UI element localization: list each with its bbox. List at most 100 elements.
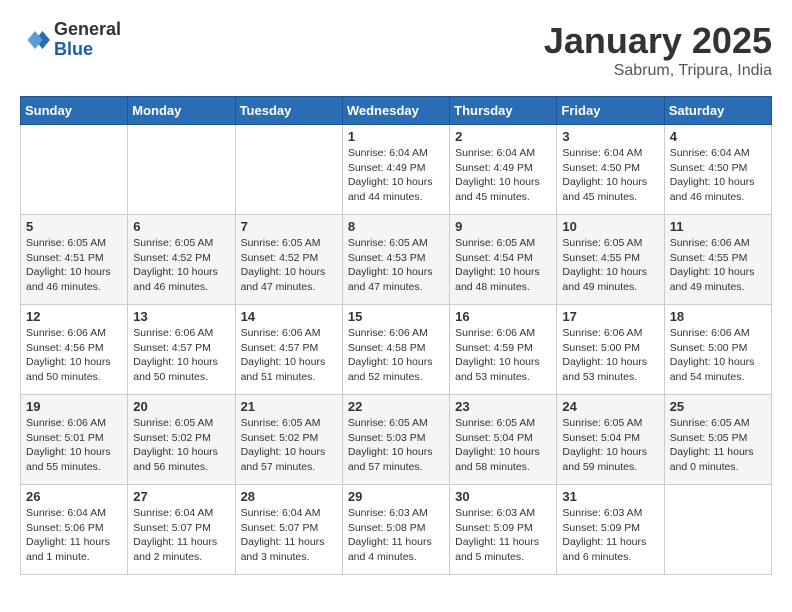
day-header-tuesday: Tuesday: [235, 97, 342, 125]
cell-info: Sunrise: 6:05 AM Sunset: 5:03 PM Dayligh…: [348, 416, 444, 475]
calendar-cell: 2 Sunrise: 6:04 AM Sunset: 4:49 PM Daylig…: [450, 125, 557, 215]
calendar-cell: 28 Sunrise: 6:04 AM Sunset: 5:07 PM Dayli…: [235, 485, 342, 575]
day-number: 30: [455, 489, 551, 504]
cell-info: Sunrise: 6:05 AM Sunset: 4:55 PM Dayligh…: [562, 236, 658, 295]
day-number: 14: [241, 309, 337, 324]
calendar-cell: 25 Sunrise: 6:05 AM Sunset: 5:05 PM Dayli…: [664, 395, 771, 485]
calendar-cell: 29Sunrise: 6:03 AM Sunset: 5:08 PM Dayli…: [342, 485, 449, 575]
week-row-3: 12 Sunrise: 6:06 AM Sunset: 4:56 PM Dayli…: [21, 305, 772, 395]
logo-blue-label: Blue: [54, 40, 121, 60]
day-number: 25: [670, 399, 766, 414]
calendar-cell: 6Sunrise: 6:05 AM Sunset: 4:52 PM Daylig…: [128, 215, 235, 305]
day-number: 5: [26, 219, 122, 234]
week-row-5: 26Sunrise: 6:04 AM Sunset: 5:06 PM Dayli…: [21, 485, 772, 575]
calendar-cell: [21, 125, 128, 215]
calendar-cell: 15Sunrise: 6:06 AM Sunset: 4:58 PM Dayli…: [342, 305, 449, 395]
day-header-saturday: Saturday: [664, 97, 771, 125]
calendar-header: SundayMondayTuesdayWednesdayThursdayFrid…: [21, 97, 772, 125]
calendar-cell: 7 Sunrise: 6:05 AM Sunset: 4:52 PM Daylig…: [235, 215, 342, 305]
week-row-2: 5 Sunrise: 6:05 AM Sunset: 4:51 PM Daylig…: [21, 215, 772, 305]
logo-general-label: General: [54, 20, 121, 40]
cell-info: Sunrise: 6:04 AM Sunset: 4:49 PM Dayligh…: [455, 146, 551, 205]
calendar-cell: 5 Sunrise: 6:05 AM Sunset: 4:51 PM Daylig…: [21, 215, 128, 305]
day-header-monday: Monday: [128, 97, 235, 125]
day-number: 21: [241, 399, 337, 414]
day-number: 7: [241, 219, 337, 234]
location-label: Sabrum, Tripura, India: [544, 62, 772, 80]
calendar-cell: 20 Sunrise: 6:05 AM Sunset: 5:02 PM Dayli…: [128, 395, 235, 485]
day-number: 3: [562, 129, 658, 144]
day-number: 12: [26, 309, 122, 324]
day-number: 9: [455, 219, 551, 234]
cell-info: Sunrise: 6:05 AM Sunset: 4:52 PM Dayligh…: [133, 236, 229, 295]
day-number: 2: [455, 129, 551, 144]
cell-info: Sunrise: 6:04 AM Sunset: 5:07 PM Dayligh…: [133, 506, 229, 565]
cell-info: Sunrise: 6:05 AM Sunset: 4:51 PM Dayligh…: [26, 236, 122, 295]
cell-info: Sunrise: 6:04 AM Sunset: 4:50 PM Dayligh…: [562, 146, 658, 205]
cell-info: Sunrise: 6:06 AM Sunset: 4:56 PM Dayligh…: [26, 326, 122, 385]
calendar-table: SundayMondayTuesdayWednesdayThursdayFrid…: [20, 96, 772, 575]
calendar-cell: 23Sunrise: 6:05 AM Sunset: 5:04 PM Dayli…: [450, 395, 557, 485]
calendar-cell: 10Sunrise: 6:05 AM Sunset: 4:55 PM Dayli…: [557, 215, 664, 305]
calendar-cell: 9 Sunrise: 6:05 AM Sunset: 4:54 PM Daylig…: [450, 215, 557, 305]
day-number: 28: [241, 489, 337, 504]
day-number: 20: [133, 399, 229, 414]
cell-info: Sunrise: 6:04 AM Sunset: 4:49 PM Dayligh…: [348, 146, 444, 205]
cell-info: Sunrise: 6:04 AM Sunset: 5:07 PM Dayligh…: [241, 506, 337, 565]
cell-info: Sunrise: 6:03 AM Sunset: 5:08 PM Dayligh…: [348, 506, 444, 565]
day-number: 13: [133, 309, 229, 324]
cell-info: Sunrise: 6:05 AM Sunset: 5:02 PM Dayligh…: [133, 416, 229, 475]
calendar-cell: 4Sunrise: 6:04 AM Sunset: 4:50 PM Daylig…: [664, 125, 771, 215]
calendar-body: 1 Sunrise: 6:04 AM Sunset: 4:49 PM Daylig…: [21, 125, 772, 575]
cell-info: Sunrise: 6:05 AM Sunset: 5:05 PM Dayligh…: [670, 416, 766, 475]
cell-info: Sunrise: 6:05 AM Sunset: 4:52 PM Dayligh…: [241, 236, 337, 295]
calendar-cell: 22Sunrise: 6:05 AM Sunset: 5:03 PM Dayli…: [342, 395, 449, 485]
day-header-thursday: Thursday: [450, 97, 557, 125]
day-number: 11: [670, 219, 766, 234]
week-row-4: 19Sunrise: 6:06 AM Sunset: 5:01 PM Dayli…: [21, 395, 772, 485]
cell-info: Sunrise: 6:03 AM Sunset: 5:09 PM Dayligh…: [562, 506, 658, 565]
cell-info: Sunrise: 6:05 AM Sunset: 5:04 PM Dayligh…: [562, 416, 658, 475]
calendar-cell: 1 Sunrise: 6:04 AM Sunset: 4:49 PM Daylig…: [342, 125, 449, 215]
calendar-cell: 19Sunrise: 6:06 AM Sunset: 5:01 PM Dayli…: [21, 395, 128, 485]
calendar-cell: 12 Sunrise: 6:06 AM Sunset: 4:56 PM Dayli…: [21, 305, 128, 395]
calendar-cell: 3 Sunrise: 6:04 AM Sunset: 4:50 PM Daylig…: [557, 125, 664, 215]
day-number: 24: [562, 399, 658, 414]
day-number: 19: [26, 399, 122, 414]
day-number: 15: [348, 309, 444, 324]
day-number: 23: [455, 399, 551, 414]
calendar-cell: [664, 485, 771, 575]
cell-info: Sunrise: 6:05 AM Sunset: 4:53 PM Dayligh…: [348, 236, 444, 295]
calendar-cell: 16 Sunrise: 6:06 AM Sunset: 4:59 PM Dayli…: [450, 305, 557, 395]
day-header-wednesday: Wednesday: [342, 97, 449, 125]
cell-info: Sunrise: 6:06 AM Sunset: 4:57 PM Dayligh…: [133, 326, 229, 385]
cell-info: Sunrise: 6:06 AM Sunset: 5:00 PM Dayligh…: [670, 326, 766, 385]
calendar-cell: 31 Sunrise: 6:03 AM Sunset: 5:09 PM Dayli…: [557, 485, 664, 575]
calendar-cell: 13 Sunrise: 6:06 AM Sunset: 4:57 PM Dayli…: [128, 305, 235, 395]
day-number: 1: [348, 129, 444, 144]
calendar-cell: 8 Sunrise: 6:05 AM Sunset: 4:53 PM Daylig…: [342, 215, 449, 305]
day-number: 8: [348, 219, 444, 234]
month-title: January 2025: [544, 20, 772, 62]
logo-text: General Blue: [54, 20, 121, 60]
day-number: 31: [562, 489, 658, 504]
day-number: 16: [455, 309, 551, 324]
calendar-cell: 27Sunrise: 6:04 AM Sunset: 5:07 PM Dayli…: [128, 485, 235, 575]
week-row-1: 1 Sunrise: 6:04 AM Sunset: 4:49 PM Daylig…: [21, 125, 772, 215]
day-header-friday: Friday: [557, 97, 664, 125]
day-header-row: SundayMondayTuesdayWednesdayThursdayFrid…: [21, 97, 772, 125]
cell-info: Sunrise: 6:05 AM Sunset: 4:54 PM Dayligh…: [455, 236, 551, 295]
cell-info: Sunrise: 6:05 AM Sunset: 5:02 PM Dayligh…: [241, 416, 337, 475]
calendar-cell: [235, 125, 342, 215]
calendar-cell: 17Sunrise: 6:06 AM Sunset: 5:00 PM Dayli…: [557, 305, 664, 395]
page-header: General Blue January 2025 Sabrum, Tripur…: [20, 20, 772, 80]
calendar-cell: 14Sunrise: 6:06 AM Sunset: 4:57 PM Dayli…: [235, 305, 342, 395]
calendar-cell: 18Sunrise: 6:06 AM Sunset: 5:00 PM Dayli…: [664, 305, 771, 395]
cell-info: Sunrise: 6:03 AM Sunset: 5:09 PM Dayligh…: [455, 506, 551, 565]
cell-info: Sunrise: 6:06 AM Sunset: 5:00 PM Dayligh…: [562, 326, 658, 385]
cell-info: Sunrise: 6:06 AM Sunset: 4:59 PM Dayligh…: [455, 326, 551, 385]
cell-info: Sunrise: 6:04 AM Sunset: 4:50 PM Dayligh…: [670, 146, 766, 205]
calendar-cell: 26Sunrise: 6:04 AM Sunset: 5:06 PM Dayli…: [21, 485, 128, 575]
logo: General Blue: [20, 20, 121, 60]
day-number: 26: [26, 489, 122, 504]
